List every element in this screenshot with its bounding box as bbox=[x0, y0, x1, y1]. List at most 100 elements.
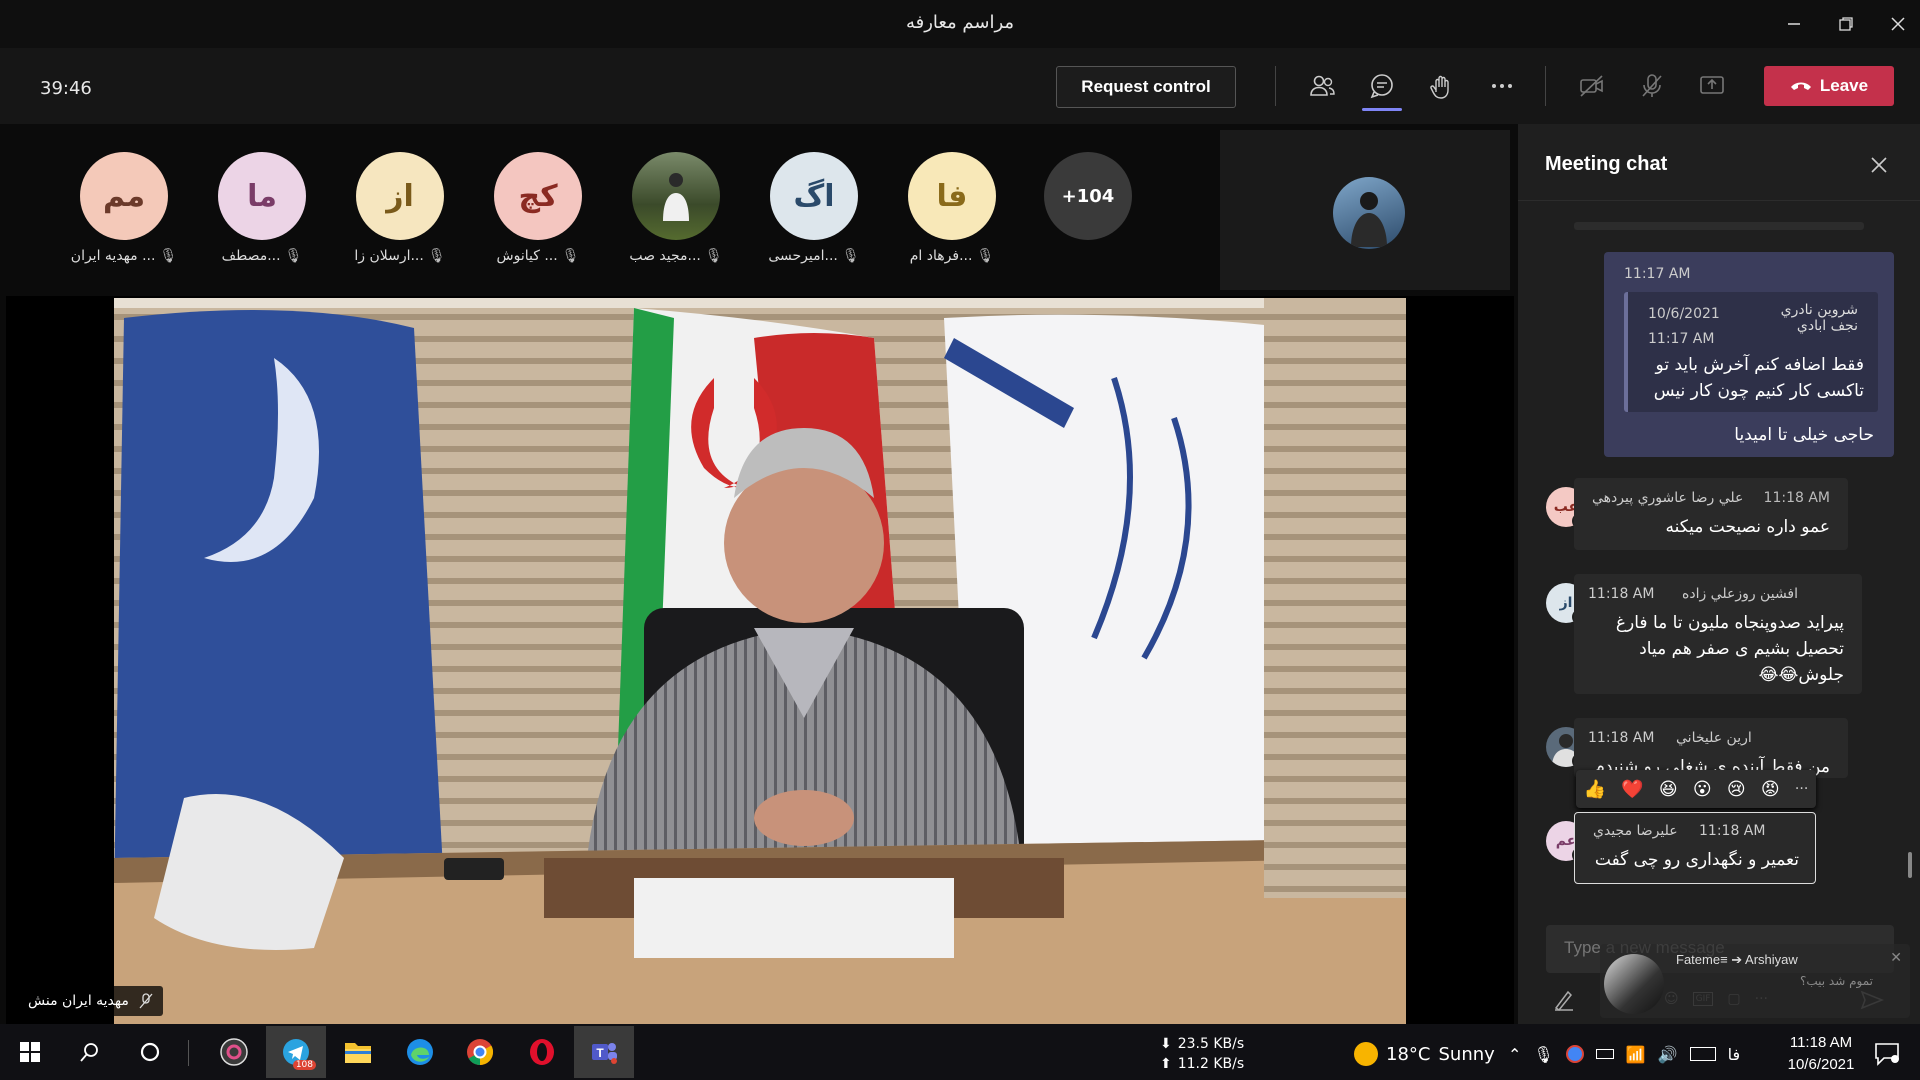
taskbar-app-file-explorer[interactable] bbox=[330, 1026, 386, 1078]
avatar-photo bbox=[632, 152, 720, 240]
weather-widget[interactable]: 18°C Sunny bbox=[1354, 1040, 1495, 1068]
wifi-icon[interactable]: 📶 bbox=[1626, 1045, 1646, 1064]
notifications-icon bbox=[1875, 1043, 1899, 1066]
clock[interactable]: 11:18 AM 10/6/2021 bbox=[1766, 1032, 1876, 1076]
close-notification-icon[interactable]: ✕ bbox=[1890, 950, 1902, 966]
teams-icon: T bbox=[592, 1043, 617, 1064]
participant-name: مجید صب... bbox=[629, 248, 701, 264]
svg-text:T: T bbox=[596, 1046, 604, 1060]
message-text: عمو داره نصیحت میکنه bbox=[1665, 517, 1830, 537]
mic-off-icon: 🎙 bbox=[284, 248, 303, 264]
battery-icon[interactable] bbox=[1595, 1049, 1614, 1059]
reactions-button[interactable] bbox=[1422, 68, 1462, 104]
avatar: مم bbox=[80, 152, 168, 240]
speaker-video bbox=[114, 298, 1406, 1024]
close-chat-button[interactable] bbox=[1864, 150, 1894, 180]
taskbar-divider bbox=[188, 1040, 189, 1066]
close-icon bbox=[1871, 157, 1887, 173]
participant-tile[interactable]: ما مصطف... 🎙 bbox=[197, 152, 327, 264]
chrome-tray-icon[interactable] bbox=[1565, 1045, 1584, 1063]
chat-button[interactable] bbox=[1362, 68, 1402, 104]
participant-tile[interactable]: مجید صب... 🎙 bbox=[611, 152, 741, 264]
share-screen-button[interactable] bbox=[1692, 68, 1732, 104]
upload-arrow-icon: ⬆ bbox=[1160, 1056, 1172, 1072]
participant-name: مهدیه ایران ... bbox=[70, 248, 156, 264]
share-icon bbox=[1700, 76, 1724, 94]
angry-reaction[interactable]: 😡 bbox=[1761, 779, 1780, 800]
laugh-reaction[interactable]: 😆 bbox=[1659, 779, 1678, 800]
action-center-button[interactable] bbox=[1874, 1042, 1902, 1068]
taskbar-app-telegram[interactable]: 108 bbox=[266, 1026, 326, 1078]
self-video-card[interactable] bbox=[1220, 130, 1510, 290]
volume-icon[interactable]: 🔊 bbox=[1658, 1045, 1678, 1064]
participant-tile[interactable]: فا فرهاد ام... 🎙 bbox=[887, 152, 1017, 264]
people-icon bbox=[1310, 75, 1335, 96]
participant-tile[interactable]: از ارسلان زا... 🎙 bbox=[335, 152, 465, 264]
input-language[interactable]: فا bbox=[1728, 1045, 1741, 1064]
taskbar-app-obs[interactable] bbox=[206, 1026, 262, 1078]
participant-tile[interactable]: مم مهدیه ایران ... 🎙 bbox=[59, 152, 189, 264]
taskbar-app-edge[interactable] bbox=[392, 1026, 448, 1078]
leave-label: Leave bbox=[1819, 76, 1869, 95]
quoted-message: شروین نادري نجف ابادي 10/6/2021 11:17 AM ف… bbox=[1624, 292, 1878, 412]
participant-name: امیرحسی... bbox=[768, 248, 838, 264]
minimize-button[interactable] bbox=[1774, 8, 1814, 40]
chat-message[interactable]: 11:18 AM افشين روزعلي زاده پیراید صدوپنج… bbox=[1574, 574, 1862, 694]
speaker-name: مهدیه ایران منش bbox=[28, 993, 129, 1009]
mic-off-icon: 🎙 bbox=[427, 248, 446, 264]
surprised-reaction[interactable]: 😮 bbox=[1693, 779, 1712, 800]
chat-scrollbar[interactable] bbox=[1908, 852, 1912, 878]
notification-toast[interactable]: Fateme≡ ➔ Arshiyaw تموم شد بیب؟ ✕ bbox=[1600, 944, 1910, 1018]
format-pen-icon bbox=[1554, 990, 1573, 1012]
person-silhouette-icon bbox=[1351, 192, 1387, 247]
sad-reaction[interactable]: 😢 bbox=[1727, 779, 1746, 800]
taskbar-app-chrome[interactable] bbox=[452, 1026, 508, 1078]
taskbar-app-opera[interactable] bbox=[514, 1026, 570, 1078]
format-button[interactable] bbox=[1552, 988, 1576, 1012]
quote-datetime: 10/6/2021 11:17 AM bbox=[1648, 306, 1720, 347]
obs-icon bbox=[220, 1038, 248, 1066]
chat-message[interactable]: 11:18 AM علي رضا عاشوري پيردهي عمو داره … bbox=[1574, 478, 1848, 550]
microphone-button[interactable] bbox=[1632, 68, 1672, 104]
chrome-icon bbox=[467, 1039, 494, 1066]
more-actions-button[interactable] bbox=[1482, 68, 1522, 104]
camera-button[interactable] bbox=[1572, 68, 1612, 104]
chevron-up-icon[interactable]: ⌃ bbox=[1508, 1045, 1521, 1064]
restore-button[interactable] bbox=[1826, 8, 1866, 40]
participant-tile[interactable]: کچ کیانوش ... 🎙 bbox=[473, 152, 603, 264]
download-arrow-icon: ⬇ bbox=[1160, 1036, 1172, 1052]
close-window-button[interactable] bbox=[1878, 8, 1918, 40]
message-text: پیراید صدوپنجاه ملیون تا ما فارغ تحصیل ب… bbox=[1615, 613, 1844, 685]
cortana-button[interactable] bbox=[122, 1026, 178, 1078]
mic-off-icon: 🎙 bbox=[159, 248, 178, 264]
notification-title: Fateme≡ ➔ Arshiyaw bbox=[1676, 952, 1798, 967]
participants-button[interactable] bbox=[1302, 68, 1342, 104]
request-control-button[interactable]: Request control bbox=[1056, 66, 1236, 108]
folder-icon bbox=[345, 1043, 371, 1063]
camera-off-icon bbox=[1580, 75, 1603, 97]
message-author: عليرضا مجيدي bbox=[1593, 823, 1678, 839]
message-author: ارين عليخاني bbox=[1676, 730, 1752, 746]
heart-reaction[interactable]: ❤️ bbox=[1621, 779, 1643, 800]
avatar: فا bbox=[908, 152, 996, 240]
more-reactions-button[interactable]: ··· bbox=[1795, 781, 1808, 797]
start-button[interactable] bbox=[2, 1026, 58, 1078]
overflow-count: +104 bbox=[1044, 152, 1132, 240]
microphone-icon[interactable]: 🎙 bbox=[1533, 1045, 1553, 1064]
leave-button[interactable]: Leave bbox=[1764, 66, 1894, 106]
chat-title: Meeting chat bbox=[1545, 153, 1668, 175]
search-button[interactable] bbox=[62, 1026, 118, 1078]
more-participants-button[interactable]: +104 bbox=[1023, 152, 1153, 240]
keyboard-icon[interactable] bbox=[1689, 1047, 1716, 1061]
taskbar-app-teams[interactable]: T bbox=[574, 1026, 634, 1078]
meeting-timer: 39:46 bbox=[40, 78, 92, 99]
restore-icon bbox=[1839, 17, 1853, 31]
weather-condition: Sunny bbox=[1438, 1043, 1495, 1065]
like-reaction[interactable]: 👍 bbox=[1584, 779, 1606, 800]
chat-message[interactable]: 11:18 AM ارين عليخاني من فقط آینده ی شغل… bbox=[1574, 718, 1848, 778]
my-message[interactable]: 11:17 AM شروین نادري نجف ابادي 10/6/2021 1… bbox=[1604, 252, 1894, 457]
mic-off-icon: 🎙 bbox=[561, 248, 580, 264]
participant-tile[interactable]: اگ امیرحسی... 🎙 bbox=[749, 152, 879, 264]
more-icon bbox=[1492, 84, 1512, 88]
chat-message[interactable]: 11:18 AM عليرضا مجيدي تعمیر و نگهداری رو… bbox=[1574, 812, 1816, 884]
